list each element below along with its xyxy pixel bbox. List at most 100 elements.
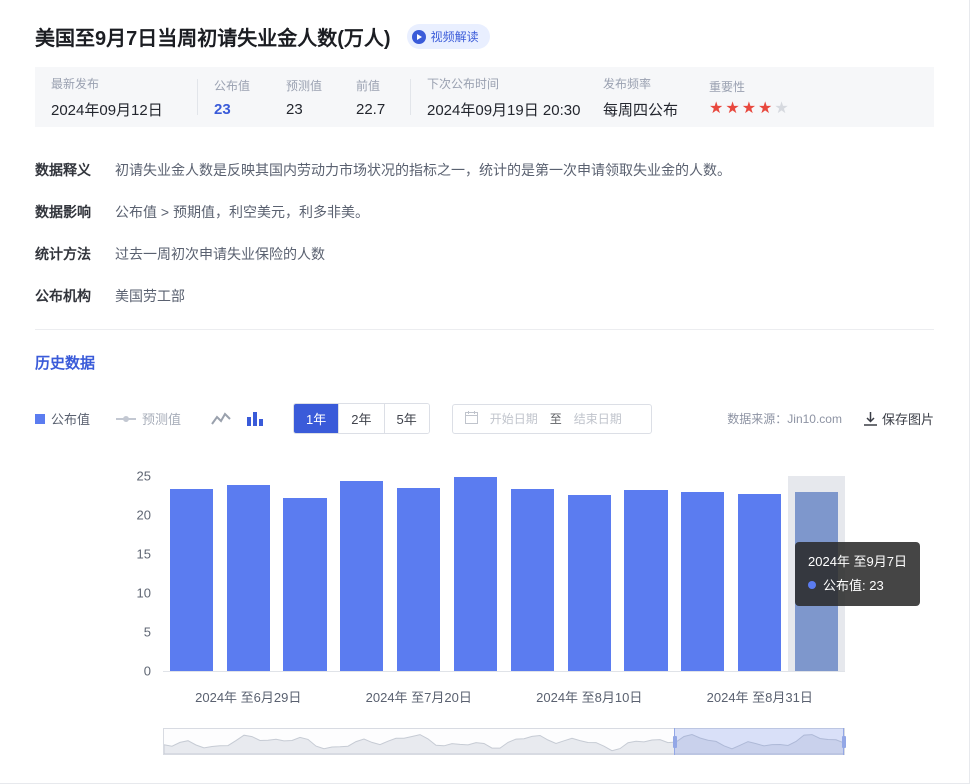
previous-number: 22.7 xyxy=(356,101,410,118)
latest-release-value: 2024年09月12日 xyxy=(51,99,197,120)
star-filled-icon: ★ xyxy=(725,100,741,117)
series-dot-icon xyxy=(808,581,816,589)
next-release-label: 下次公布时间 xyxy=(427,75,603,92)
bar-chart-icon[interactable] xyxy=(247,412,263,426)
bar[interactable] xyxy=(397,488,440,671)
date-to-label: 至 xyxy=(550,410,562,427)
chart-navigator[interactable] xyxy=(163,728,845,755)
bar-slot[interactable] xyxy=(390,476,447,671)
calendar-icon xyxy=(465,411,478,427)
importance: 重要性 ★★★★★ xyxy=(709,78,791,116)
star-filled-icon: ★ xyxy=(709,100,725,117)
latest-release: 最新发布 2024年09月12日 xyxy=(51,75,197,120)
divider xyxy=(197,79,198,115)
summary-bar: 最新发布 2024年09月12日 公布值 23 预测值 23 前值 22.7 下… xyxy=(35,67,934,127)
time-range-group: 1年 2年 5年 xyxy=(293,403,430,434)
frequency-value: 每周四公布 xyxy=(603,99,709,120)
published-label: 公布值 xyxy=(214,77,286,94)
navigator-selection-handle[interactable] xyxy=(674,728,844,755)
section-divider xyxy=(35,329,934,330)
history-chart: 05101520252024年 至6月29日2024年 至7月20日2024年 … xyxy=(163,476,845,755)
bar-slot[interactable] xyxy=(731,476,788,671)
published-value: 公布值 23 xyxy=(214,77,286,118)
detail-value: 公布值 > 预期值，利空美元，利多非美。 xyxy=(115,203,369,221)
date-range-picker[interactable]: 开始日期 至 结束日期 xyxy=(452,404,652,434)
x-axis-tick: 2024年 至6月29日 xyxy=(195,687,301,706)
range-button-2y[interactable]: 2年 xyxy=(338,404,383,433)
range-button-5y[interactable]: 5年 xyxy=(384,404,429,433)
save-image-label: 保存图片 xyxy=(882,409,934,428)
chart-type-toggle xyxy=(211,412,263,426)
legend-published-label: 公布值 xyxy=(51,409,90,428)
detail-value: 初请失业金人数是反映其国内劳动力市场状况的指标之一，统计的是第一次申请领取失业金… xyxy=(115,161,731,179)
y-axis-tick: 0 xyxy=(144,664,151,679)
controls-right: 数据来源：Jin10.com 保存图片 xyxy=(727,409,934,428)
bar-slot[interactable] xyxy=(447,476,504,671)
star-empty-icon: ★ xyxy=(774,100,790,117)
bar[interactable] xyxy=(511,489,554,671)
bar-slot[interactable] xyxy=(163,476,220,671)
forecast-number: 23 xyxy=(286,101,356,118)
y-axis-tick: 20 xyxy=(137,508,151,523)
bar[interactable] xyxy=(454,477,497,671)
detail-label: 统计方法 xyxy=(35,245,97,263)
start-date-input[interactable]: 开始日期 xyxy=(490,410,538,427)
frequency: 发布频率 每周四公布 xyxy=(603,75,709,120)
bar-slot[interactable] xyxy=(561,476,618,671)
x-axis-tick: 2024年 至8月10日 xyxy=(536,687,642,706)
details-section: 数据释义 初请失业金人数是反映其国内劳动力市场状况的指标之一，统计的是第一次申请… xyxy=(35,161,934,305)
x-axis-tick: 2024年 至7月20日 xyxy=(366,687,472,706)
x-axis-tick: 2024年 至8月31日 xyxy=(707,687,813,706)
page-title: 美国至9月7日当周初请失业金人数(万人) xyxy=(35,22,391,51)
forecast-value: 预测值 23 xyxy=(286,77,356,118)
tooltip-title: 2024年 至9月7日 xyxy=(808,550,907,574)
bar-slot[interactable] xyxy=(333,476,390,671)
indicator-detail-page: 美国至9月7日当周初请失业金人数(万人) 视频解读 最新发布 2024年09月1… xyxy=(0,0,970,784)
bar-slot[interactable] xyxy=(504,476,561,671)
detail-value: 过去一周初次申请失业保险的人数 xyxy=(115,245,325,263)
end-date-input[interactable]: 结束日期 xyxy=(574,410,622,427)
legend-forecast-swatch xyxy=(116,418,136,420)
bar-slot[interactable] xyxy=(220,476,277,671)
download-icon xyxy=(864,412,877,426)
bar-slot[interactable] xyxy=(674,476,731,671)
tooltip-series-row: 公布值: 23 xyxy=(808,574,907,598)
bar[interactable] xyxy=(227,485,270,671)
previous-value: 前值 22.7 xyxy=(356,77,410,118)
detail-row-impact: 数据影响 公布值 > 预期值，利空美元，利多非美。 xyxy=(35,203,934,221)
forecast-label: 预测值 xyxy=(286,77,356,94)
importance-stars: ★★★★★ xyxy=(709,102,791,116)
next-release: 下次公布时间 2024年09月19日 20:30 xyxy=(427,75,603,120)
y-axis-tick: 10 xyxy=(137,586,151,601)
bar-slot[interactable] xyxy=(277,476,334,671)
save-image-button[interactable]: 保存图片 xyxy=(864,409,934,428)
bar[interactable] xyxy=(624,490,667,671)
latest-release-label: 最新发布 xyxy=(51,75,197,92)
published-number: 23 xyxy=(214,101,286,118)
detail-row-method: 统计方法 过去一周初次申请失业保险的人数 xyxy=(35,245,934,263)
detail-label: 数据影响 xyxy=(35,203,97,221)
bar[interactable] xyxy=(681,492,724,671)
range-button-1y[interactable]: 1年 xyxy=(294,404,338,433)
line-chart-icon[interactable] xyxy=(211,412,231,426)
bar[interactable] xyxy=(170,489,213,671)
y-axis-tick: 25 xyxy=(137,469,151,484)
bar[interactable] xyxy=(283,498,326,671)
detail-row-agency: 公布机构 美国劳工部 xyxy=(35,287,934,305)
y-axis-tick: 15 xyxy=(137,547,151,562)
legend-published-swatch xyxy=(35,414,45,424)
video-explain-button[interactable]: 视频解读 xyxy=(407,24,490,49)
bar[interactable] xyxy=(738,494,781,671)
video-badge-label: 视频解读 xyxy=(431,28,479,45)
play-icon xyxy=(412,30,426,44)
importance-label: 重要性 xyxy=(709,78,791,95)
frequency-label: 发布频率 xyxy=(603,75,709,92)
bar[interactable] xyxy=(340,481,383,671)
bar-slot[interactable] xyxy=(618,476,675,671)
bar[interactable] xyxy=(568,495,611,671)
detail-label: 数据释义 xyxy=(35,161,97,179)
detail-value: 美国劳工部 xyxy=(115,287,185,305)
legend-forecast[interactable]: 预测值 xyxy=(116,409,181,428)
legend-published[interactable]: 公布值 xyxy=(35,409,90,428)
detail-row-definition: 数据释义 初请失业金人数是反映其国内劳动力市场状况的指标之一，统计的是第一次申请… xyxy=(35,161,934,179)
